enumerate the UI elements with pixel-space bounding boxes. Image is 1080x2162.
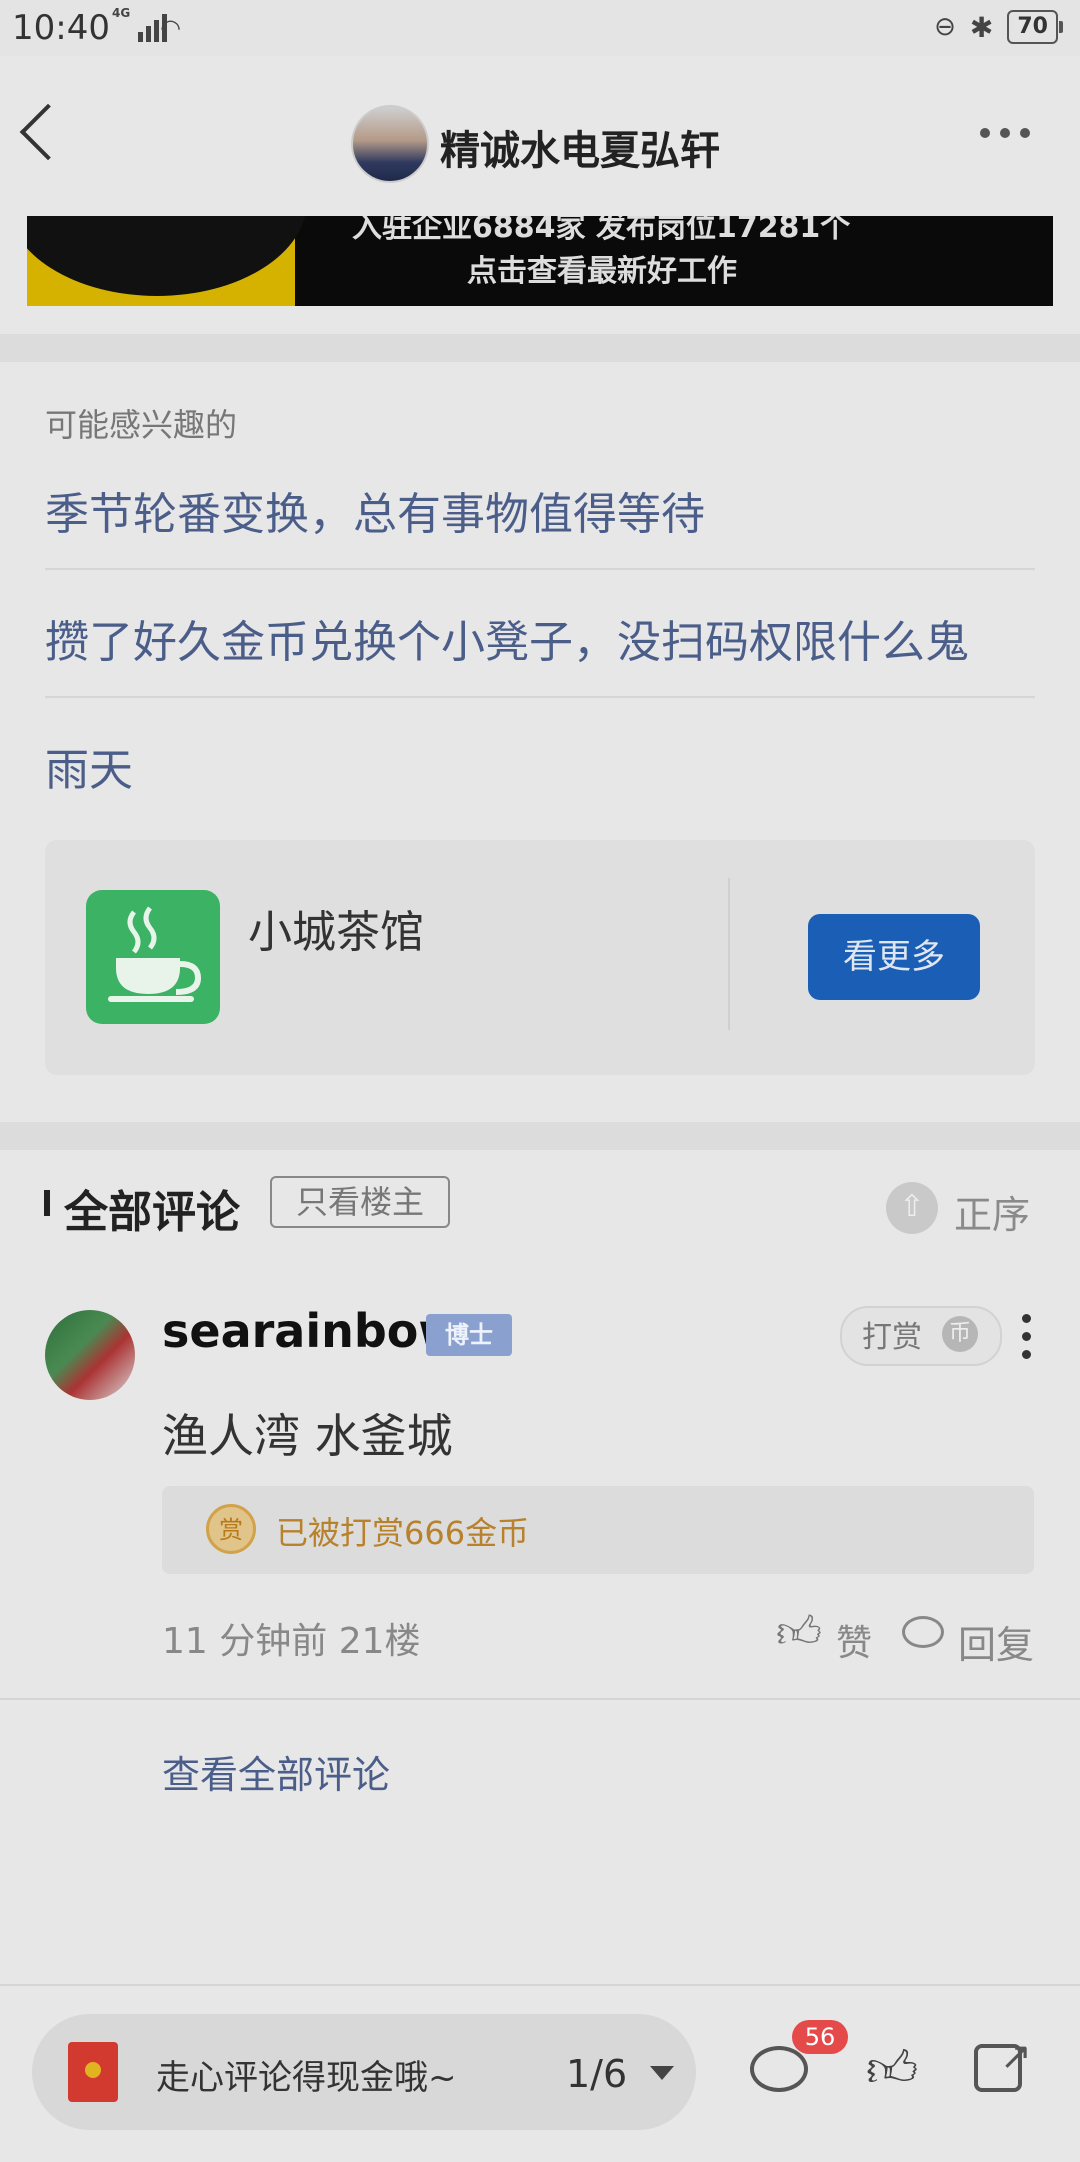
network-label: 4G bbox=[112, 6, 131, 20]
wifi-icon: ◠ bbox=[160, 14, 181, 42]
banner-line2: 点击查看最新好工作 bbox=[467, 254, 737, 289]
banner-line1: 入驻企业6884家 发布岗位17281个 bbox=[352, 216, 851, 245]
bluetooth-icon: ✱ bbox=[969, 10, 994, 44]
comment-text: 渔人湾 水釜城 bbox=[162, 1409, 453, 1463]
comment-count-badge: 56 bbox=[792, 2020, 848, 2054]
banner-ad[interactable]: 入驻企业6884家 发布岗位17281个 点击查看最新好工作 bbox=[27, 216, 1053, 306]
sort-order-button[interactable]: 正序 bbox=[954, 1184, 1030, 1239]
like-button[interactable]: 赞 bbox=[836, 1614, 872, 1666]
comment-more-icon[interactable] bbox=[1022, 1314, 1031, 1359]
reward-text: 已被打赏666金币 bbox=[276, 1514, 530, 1552]
related-post-link[interactable]: 季节轮番变换，总有事物值得等待 bbox=[45, 478, 705, 542]
page-indicator[interactable]: 1/6 bbox=[566, 2052, 627, 2096]
teacup-icon bbox=[86, 890, 220, 1024]
user-badge: 博士 bbox=[426, 1314, 512, 1356]
divider bbox=[728, 878, 730, 1030]
like-post-icon[interactable]: 👍︎ bbox=[866, 2040, 918, 2100]
comment-meta: 11 分钟前 21楼 bbox=[162, 1621, 421, 1662]
divider bbox=[0, 334, 1080, 362]
chevron-down-icon[interactable] bbox=[650, 2066, 674, 2080]
see-more-button[interactable]: 看更多 bbox=[808, 914, 980, 1000]
divider bbox=[0, 1698, 1080, 1700]
reply-button[interactable]: 回复 bbox=[958, 1614, 1034, 1669]
more-options-icon[interactable] bbox=[980, 128, 1030, 138]
coin-icon: 币 bbox=[942, 1316, 978, 1352]
battery-level: 70 bbox=[1007, 10, 1063, 44]
divider bbox=[0, 1122, 1080, 1150]
reward-icon: 赏 bbox=[206, 1504, 256, 1554]
thumbs-up-icon[interactable]: 👍︎ bbox=[776, 1606, 822, 1659]
sort-icon[interactable]: ⇧ bbox=[886, 1182, 938, 1234]
status-time: 10:40 bbox=[12, 8, 110, 48]
status-right: ⊖ ✱ 70 bbox=[934, 10, 1063, 44]
tip-label: 打赏 bbox=[862, 1320, 922, 1355]
commenter-avatar[interactable] bbox=[45, 1310, 135, 1400]
community-name: 小城茶馆 bbox=[248, 907, 424, 958]
related-post-link[interactable]: 雨天 bbox=[45, 734, 133, 798]
related-post-link[interactable]: 攒了好久金币兑换个小凳子，没扫码权限什么鬼 bbox=[45, 606, 969, 670]
avatar[interactable] bbox=[351, 105, 429, 183]
divider bbox=[45, 696, 1035, 698]
reply-icon[interactable] bbox=[902, 1616, 944, 1648]
interest-heading: 可能感兴趣的 bbox=[45, 406, 238, 444]
comment-bubble-icon[interactable] bbox=[750, 2046, 808, 2092]
commenter-name[interactable]: searainbow bbox=[162, 1304, 461, 1358]
comments-title: 全部评论 bbox=[64, 1187, 240, 1238]
page-title: 精诚水电夏弘轩 bbox=[440, 128, 720, 174]
red-packet-seal bbox=[85, 2062, 101, 2078]
divider bbox=[45, 568, 1035, 570]
see-all-comments-link[interactable]: 查看全部评论 bbox=[162, 1744, 390, 1799]
op-only-filter-button[interactable]: 只看楼主 bbox=[270, 1176, 450, 1228]
comment-input-placeholder[interactable]: 走心评论得现金哦~ bbox=[156, 2050, 457, 2099]
lock-rotation-icon: ⊖ bbox=[934, 12, 956, 42]
section-marker bbox=[44, 1190, 50, 1216]
share-arrow-icon: ↗ bbox=[1000, 2034, 1032, 2078]
